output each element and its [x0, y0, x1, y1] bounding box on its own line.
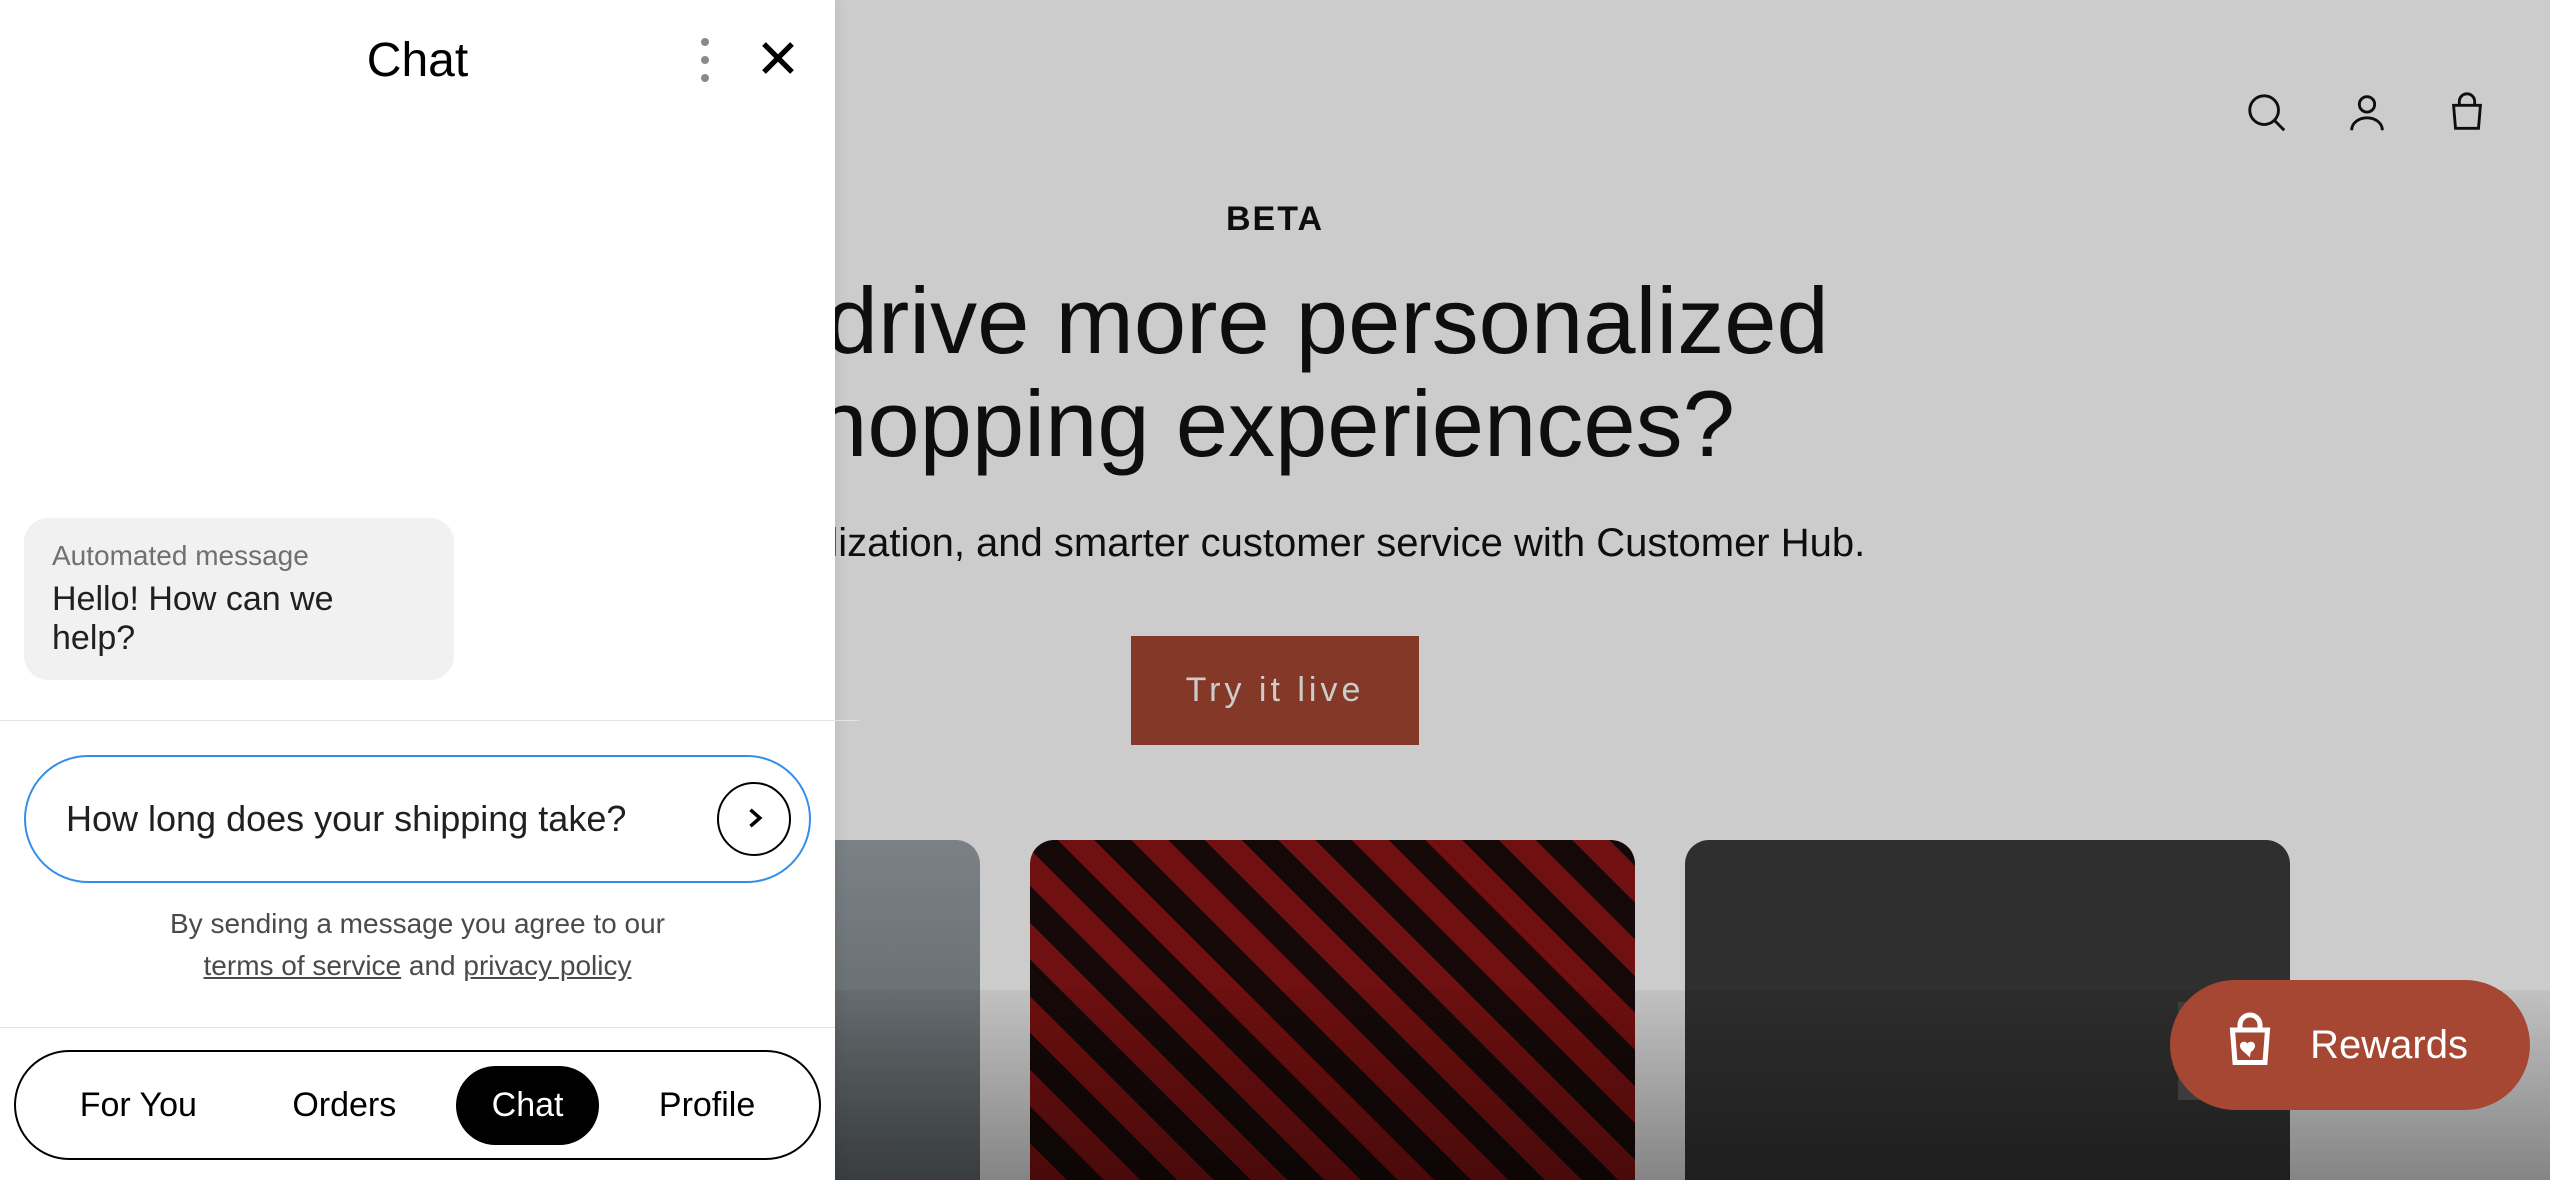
- automated-message-text: Hello! How can we help?: [52, 580, 426, 658]
- chevron-right-icon: [740, 804, 768, 835]
- tab-for-you[interactable]: For You: [44, 1066, 233, 1145]
- chat-input-pill: [24, 755, 811, 883]
- tab-orders[interactable]: Orders: [256, 1066, 432, 1145]
- rewards-label: Rewards: [2310, 1023, 2468, 1068]
- chat-header: Chat: [0, 0, 835, 120]
- legal-prefix: By sending a message you agree to our: [170, 908, 665, 939]
- chat-input-area: By sending a message you agree to our te…: [0, 721, 835, 1027]
- rewards-button[interactable]: Rewards: [2170, 980, 2530, 1110]
- tab-profile[interactable]: Profile: [623, 1066, 791, 1145]
- legal-text: By sending a message you agree to our te…: [24, 883, 811, 1017]
- divider: [0, 1027, 835, 1028]
- privacy-link[interactable]: privacy policy: [463, 950, 631, 981]
- chat-panel: Chat Automated message Hello! How can we…: [0, 0, 835, 1180]
- send-button[interactable]: [717, 782, 791, 856]
- tab-chat[interactable]: Chat: [456, 1066, 600, 1145]
- automated-message-label: Automated message: [52, 540, 426, 572]
- bag-heart-icon: [2220, 1010, 2280, 1080]
- chat-tabbar: For You Orders Chat Profile: [14, 1050, 821, 1160]
- terms-link[interactable]: terms of service: [204, 950, 402, 981]
- chat-body: Automated message Hello! How can we help…: [0, 120, 835, 720]
- chat-title: Chat: [367, 33, 468, 88]
- automated-message: Automated message Hello! How can we help…: [24, 518, 454, 680]
- close-icon[interactable]: [757, 37, 799, 84]
- more-options-icon[interactable]: [701, 38, 709, 82]
- chat-input[interactable]: [66, 798, 717, 840]
- legal-and: and: [401, 950, 463, 981]
